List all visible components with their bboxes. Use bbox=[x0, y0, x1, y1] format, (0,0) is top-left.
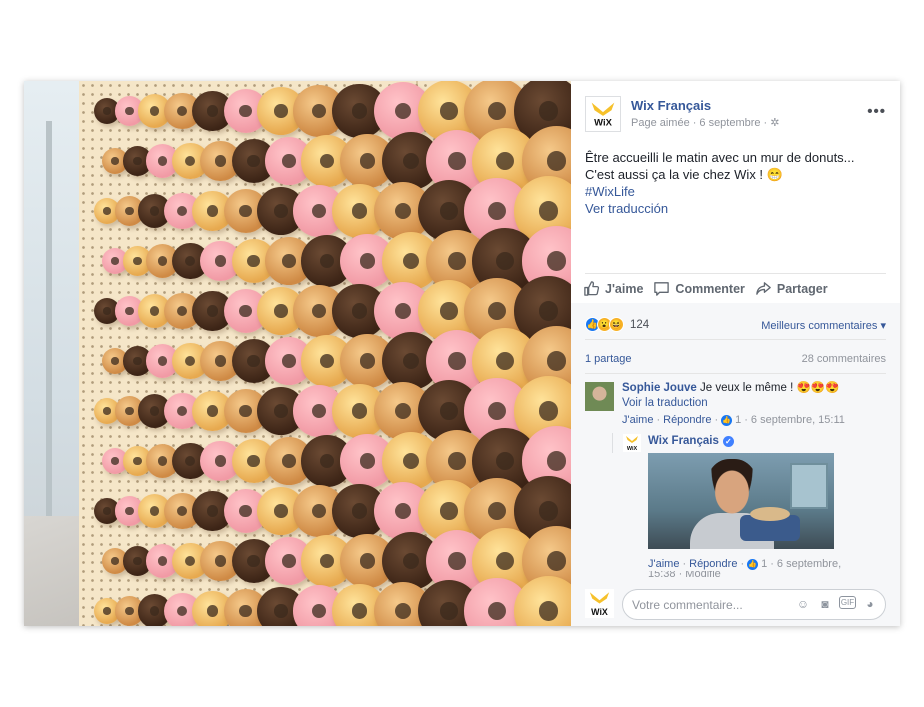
share-button[interactable]: Partager bbox=[755, 280, 828, 297]
svg-text:WiX: WiX bbox=[627, 446, 638, 452]
post-body: Être accueilli le matin avec un mur de d… bbox=[585, 149, 890, 217]
like-reaction-icon: 👍 bbox=[721, 414, 733, 426]
feedback-section: 👍 😮 😆 124 Meilleurs commentaires ▾ 1 par… bbox=[571, 303, 900, 626]
comment-actions: J'aime · Répondre · 👍 1 · 6 septembre, 1… bbox=[622, 414, 845, 426]
camera-icon[interactable]: ◙ bbox=[817, 596, 833, 612]
reply-like-count: 1 bbox=[761, 558, 768, 570]
share-icon bbox=[756, 282, 771, 295]
like-reaction-icon: 👍 bbox=[747, 558, 759, 570]
facebook-post-card: WiX Wix Français Page aimée · 6 septembr… bbox=[24, 81, 900, 626]
see-translation-link[interactable]: Ver traducción bbox=[585, 200, 890, 217]
comment-like-link[interactable]: J'aime bbox=[622, 414, 653, 426]
wix-logo-icon: WiX bbox=[626, 436, 638, 452]
reactions-summary[interactable]: 👍 😮 😆 124 bbox=[585, 317, 649, 332]
post-text-line2: C'est aussi ça la vie chez Wix ! 😁 bbox=[585, 167, 783, 182]
comment-icon bbox=[654, 282, 670, 296]
reply-like-link[interactable]: J'aime bbox=[648, 558, 679, 570]
like-icon bbox=[584, 281, 600, 296]
reply-gif-image[interactable] bbox=[648, 453, 834, 549]
more-icon[interactable]: ••• bbox=[867, 103, 886, 120]
haha-reaction-icon: 😆 bbox=[609, 317, 624, 332]
reply-timestamp-overflow: 15:38 · Modifié bbox=[648, 571, 721, 577]
share-button-label: Partager bbox=[776, 281, 828, 296]
comment-composer: WiX Votre commentaire... ☺ ◙ GIF ◕ bbox=[571, 582, 900, 626]
divider bbox=[585, 373, 886, 374]
see-translation-link[interactable]: Voir la traduction bbox=[622, 397, 708, 409]
reply-reply-link[interactable]: Répondre bbox=[689, 558, 737, 570]
divider bbox=[585, 273, 886, 274]
post-actions: J'aime Commenter Partager bbox=[583, 280, 838, 297]
wix-logo-icon: WiX bbox=[589, 592, 610, 617]
wix-page-avatar[interactable]: WiX bbox=[585, 96, 621, 132]
divider bbox=[585, 339, 886, 340]
chevron-down-icon: ▾ bbox=[880, 320, 886, 332]
sticker-icon[interactable]: ◕ bbox=[862, 596, 878, 612]
emoji-icon[interactable]: ☺ bbox=[795, 596, 811, 612]
comment-reply-link[interactable]: Répondre bbox=[663, 414, 711, 426]
comment-input-placeholder: Votre commentaire... bbox=[632, 597, 743, 612]
composer-icons: ☺ ◙ GIF ◕ bbox=[795, 596, 878, 612]
hashtag-link[interactable]: #WixLife bbox=[585, 183, 890, 200]
meta-separator: · bbox=[763, 116, 768, 129]
reply-author-link[interactable]: Wix Français bbox=[648, 435, 719, 447]
svg-text:WiX: WiX bbox=[591, 607, 608, 617]
comment-button-label: Commenter bbox=[675, 281, 745, 296]
gif-icon[interactable]: GIF bbox=[839, 596, 856, 609]
reply-thread-line bbox=[612, 433, 613, 453]
post-side-panel: WiX Wix Français Page aimée · 6 septembr… bbox=[571, 81, 900, 626]
comment-text: Sophie Jouve Je veux le même ! 😍😍😍 bbox=[622, 381, 839, 396]
wix-logo-icon: WiX bbox=[586, 97, 620, 131]
page-name-link[interactable]: Wix Français bbox=[631, 98, 711, 113]
post-photo-donut-wall[interactable] bbox=[24, 81, 571, 626]
composer-avatar: WiX bbox=[585, 589, 614, 618]
reply-actions: J'aime · Répondre · 👍 1 · 6 septembre, bbox=[648, 558, 842, 570]
post-meta: Page aimée · 6 septembre · ✲ bbox=[631, 116, 779, 130]
comments-count-link[interactable]: 28 commentaires bbox=[802, 353, 886, 365]
gear-icon[interactable]: ✲ bbox=[770, 116, 779, 129]
comment-button[interactable]: Commenter bbox=[653, 280, 745, 297]
verified-icon: ✓ bbox=[722, 435, 734, 447]
like-button[interactable]: J'aime bbox=[583, 280, 643, 297]
comment-body: Je veux le même ! 😍😍😍 bbox=[699, 382, 840, 394]
shares-count-link[interactable]: 1 partage bbox=[585, 353, 631, 365]
reaction-count: 124 bbox=[630, 318, 650, 331]
avatar[interactable] bbox=[585, 382, 614, 411]
comment-sort-label: Meilleurs commentaires bbox=[761, 320, 878, 332]
comment-like-count: 1 bbox=[735, 414, 742, 426]
svg-text:WiX: WiX bbox=[594, 117, 612, 128]
meta-separator: · bbox=[692, 116, 697, 129]
post-date[interactable]: 6 septembre bbox=[699, 117, 760, 129]
page-liked-label: Page aimée bbox=[631, 116, 690, 129]
comment-sort-dropdown[interactable]: Meilleurs commentaires ▾ bbox=[761, 319, 886, 332]
like-button-label: J'aime bbox=[605, 281, 644, 296]
post-text-line1: Être accueilli le matin avec un mur de d… bbox=[585, 150, 855, 165]
reply-timestamp[interactable]: 6 septembre, bbox=[777, 558, 841, 570]
reply-author: Wix Français ✓ bbox=[648, 435, 734, 447]
comment-timestamp[interactable]: 6 septembre, 15:11 bbox=[751, 414, 845, 426]
wix-reply-avatar[interactable]: WiX bbox=[623, 434, 641, 452]
comment-author-link[interactable]: Sophie Jouve bbox=[622, 382, 697, 394]
